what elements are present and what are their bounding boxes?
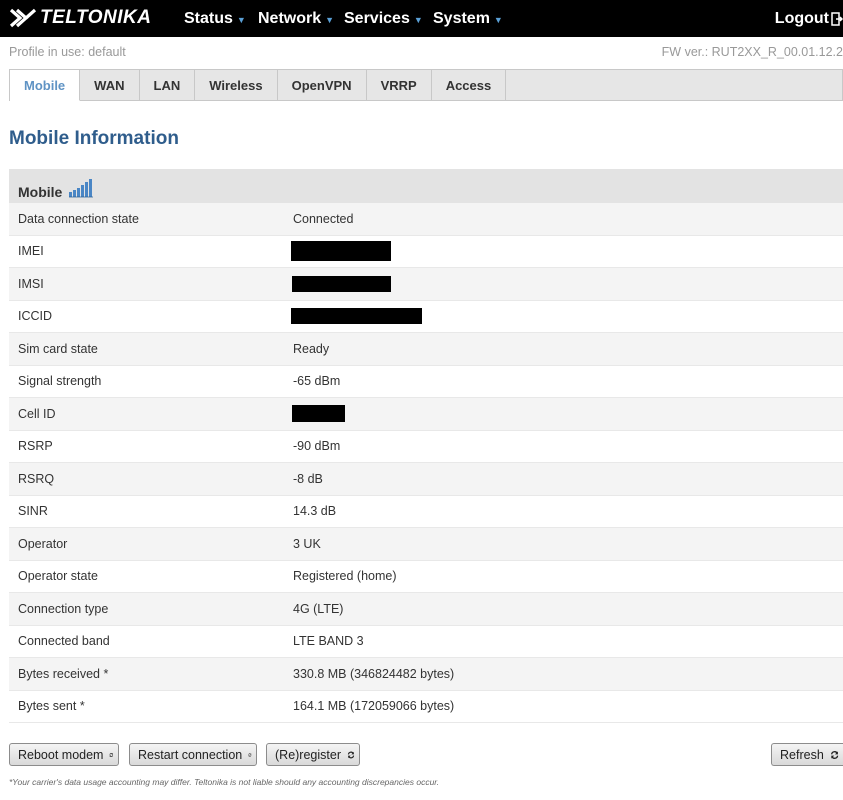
- row-label: ICCID: [18, 309, 53, 324]
- table-row: IMSI: [9, 268, 843, 301]
- row-label: Operator: [18, 536, 68, 551]
- row-value: -90 dBm: [293, 439, 341, 454]
- nav-status[interactable]: Status ▼: [184, 0, 246, 37]
- row-value: 4G (LTE): [293, 601, 344, 616]
- table-row: Connection type 4G (LTE): [9, 593, 843, 626]
- row-value: 330.8 MB (346824482 bytes): [293, 666, 455, 681]
- nav-network[interactable]: Network ▼: [258, 0, 334, 37]
- refresh-icon: [248, 752, 252, 757]
- status-tabs: Mobile WAN LAN Wireless OpenVPN VRRP Acc…: [9, 69, 843, 101]
- reboot-modem-label: Reboot modem: [18, 747, 104, 762]
- table-row: Operator state Registered (home): [9, 560, 843, 593]
- table-row: Data connection state Connected: [9, 203, 843, 236]
- table-row: Bytes sent * 164.1 MB (172059066 bytes): [9, 690, 843, 723]
- refresh-button[interactable]: Refresh: [771, 743, 843, 766]
- table-row: ICCID: [9, 300, 843, 333]
- row-label: IMEI: [18, 244, 44, 259]
- row-value: [292, 405, 843, 423]
- teltonika-logo[interactable]: TELTONIKA: [8, 4, 151, 32]
- row-label: Data connection state: [18, 211, 139, 226]
- row-label: Sim card state: [18, 341, 98, 356]
- table-row: Bytes received * 330.8 MB (346824482 byt…: [9, 658, 843, 691]
- profile-in-use: Profile in use: default: [9, 45, 126, 59]
- signal-strength-icon: [69, 179, 94, 198]
- nav-services[interactable]: Services ▼: [344, 0, 423, 37]
- reregister-label: (Re)register: [275, 747, 341, 762]
- logout-label: Logout: [774, 9, 829, 27]
- table-row: RSRP -90 dBm: [9, 430, 843, 463]
- tab-vrrp[interactable]: VRRP: [367, 70, 432, 100]
- row-label: Connected band: [18, 634, 110, 649]
- row-value: [291, 308, 843, 325]
- table-row: RSRQ -8 dB: [9, 463, 843, 496]
- row-label: Bytes received *: [18, 666, 109, 681]
- refresh-icon: [830, 750, 839, 759]
- tab-wan[interactable]: WAN: [80, 70, 140, 100]
- logo-text: TELTONIKA: [40, 7, 152, 28]
- row-value: LTE BAND 3: [293, 634, 364, 649]
- row-label: Signal strength: [18, 374, 102, 389]
- row-value: [292, 275, 843, 292]
- nav-system[interactable]: System ▼: [433, 0, 503, 37]
- section-title: Mobile: [18, 184, 63, 200]
- row-value: 3 UK: [293, 536, 321, 551]
- refresh-icon: [347, 751, 355, 758]
- reregister-button[interactable]: (Re)register: [266, 743, 360, 766]
- redacted-value: [292, 405, 345, 423]
- top-navigation-bar: TELTONIKA Status ▼ Network ▼ Services ▼ Sys…: [0, 0, 843, 37]
- nav-services-label: Services: [344, 9, 410, 27]
- nav-network-label: Network: [258, 9, 322, 27]
- row-value: Connected: [293, 211, 354, 226]
- row-value: 164.1 MB (172059066 bytes): [293, 699, 455, 714]
- refresh-icon: [109, 752, 114, 757]
- row-value: [291, 241, 843, 262]
- row-label: RSRP: [18, 439, 53, 454]
- caret-down-icon: ▼: [413, 14, 423, 25]
- redacted-value: [292, 275, 391, 292]
- row-label: SINR: [18, 504, 48, 519]
- teltonika-logo-icon: [9, 8, 37, 28]
- table-row: Cell ID: [9, 398, 843, 431]
- nav-status-label: Status: [184, 9, 233, 27]
- mobile-section-header: Mobile: [9, 169, 843, 203]
- row-label: Bytes sent *: [18, 699, 85, 714]
- row-value: -65 dBm: [293, 374, 341, 389]
- firmware-version: FW ver.: RUT2XX_R_00.01.12.2: [661, 45, 843, 59]
- tab-access[interactable]: Access: [432, 70, 507, 100]
- data-usage-footnote: *Your carrier's data usage accounting ma…: [9, 777, 440, 787]
- table-row: Sim card state Ready: [9, 333, 843, 366]
- row-label: RSRQ: [18, 471, 55, 486]
- redacted-value: [291, 308, 422, 325]
- reboot-modem-button[interactable]: Reboot modem: [9, 743, 119, 766]
- tab-openvpn[interactable]: OpenVPN: [278, 70, 367, 100]
- tab-mobile[interactable]: Mobile: [10, 70, 81, 101]
- table-row: Signal strength -65 dBm: [9, 365, 843, 398]
- row-value: Registered (home): [293, 569, 397, 584]
- page-title: Mobile Information: [9, 128, 179, 149]
- refresh-label: Refresh: [780, 747, 824, 762]
- row-value: 14.3 dB: [293, 504, 337, 519]
- tab-lan[interactable]: LAN: [140, 70, 196, 100]
- caret-down-icon: ▼: [493, 14, 503, 25]
- caret-down-icon: ▼: [236, 14, 246, 25]
- row-label: Connection type: [18, 601, 109, 616]
- table-row: Connected band LTE BAND 3: [9, 625, 843, 658]
- table-row: IMEI: [9, 235, 843, 268]
- table-row: SINR 14.3 dB: [9, 495, 843, 528]
- table-row: Operator 3 UK: [9, 528, 843, 561]
- mobile-info-table: Data connection state Connected IMEI IMS…: [9, 203, 843, 723]
- row-label: IMSI: [18, 276, 44, 291]
- redacted-value: [291, 241, 391, 262]
- tab-wireless[interactable]: Wireless: [195, 70, 278, 100]
- logout-icon: [831, 11, 843, 26]
- row-value: Ready: [293, 341, 330, 356]
- restart-connection-button[interactable]: Restart connection: [129, 743, 257, 766]
- logout-button[interactable]: Logout: [775, 0, 843, 37]
- row-label: Operator state: [18, 569, 98, 584]
- nav-system-label: System: [433, 9, 490, 27]
- row-value: -8 dB: [293, 471, 323, 486]
- restart-connection-label: Restart connection: [138, 747, 243, 762]
- caret-down-icon: ▼: [325, 14, 335, 25]
- row-label: Cell ID: [18, 406, 56, 421]
